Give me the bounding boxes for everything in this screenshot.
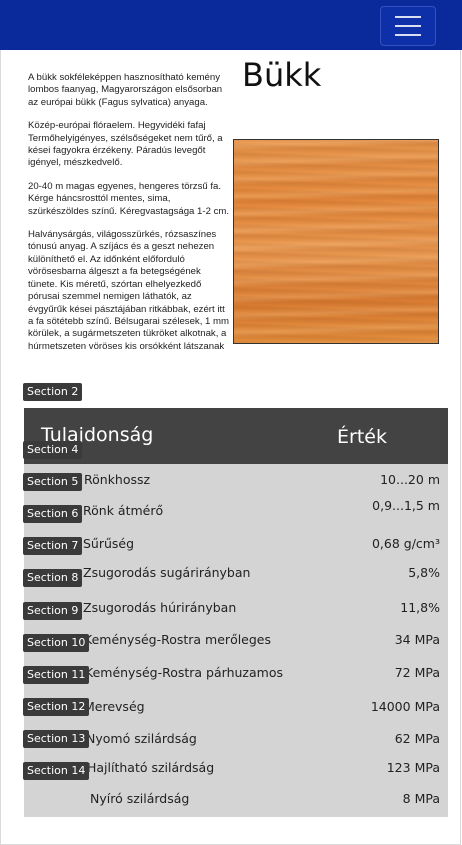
description-paragraph: Közép-európai flóraelem. Hegyvidéki fafa… bbox=[28, 120, 223, 169]
section-label: Section 10 bbox=[23, 634, 90, 652]
property-value: 62 MPa bbox=[394, 731, 440, 746]
property-name: Sűrűség bbox=[83, 536, 135, 551]
property-name: Zsugorodás sugárirányban bbox=[83, 565, 251, 580]
property-name: Merevség bbox=[84, 699, 145, 714]
property-value: 10...20 m bbox=[380, 472, 440, 487]
property-name: Keménység-Rostra merőleges bbox=[84, 632, 272, 647]
hamburger-menu-icon[interactable] bbox=[380, 6, 436, 46]
table-header: Tulajdonság Érték bbox=[24, 408, 448, 464]
property-value: 14000 MPa bbox=[370, 699, 440, 714]
section-label: Section 6 bbox=[23, 505, 83, 523]
table-row: Zsugorodás sugárirányban 5,8% bbox=[24, 565, 448, 597]
property-name: Zsugorodás húrirányban bbox=[83, 600, 237, 615]
property-value: 5,8% bbox=[408, 565, 440, 580]
beech-wood-image bbox=[233, 139, 439, 344]
section-label: Section 8 bbox=[23, 569, 83, 587]
column-header-value: Érték bbox=[337, 426, 387, 448]
section-label: Section 9 bbox=[23, 602, 83, 620]
table-row: Rönk átmérő 0,9...1,5 m bbox=[24, 498, 448, 535]
menu-line bbox=[395, 16, 421, 18]
property-name: Nyíró szilárdság bbox=[90, 791, 190, 806]
property-value: 8 MPa bbox=[402, 791, 440, 806]
property-value: 0,9...1,5 m bbox=[372, 498, 440, 513]
property-value: 11,8% bbox=[400, 600, 440, 615]
property-value: 0,68 g/cm³ bbox=[371, 536, 440, 551]
table-row: Nyíró szilárdság 8 MPa bbox=[24, 791, 448, 823]
section-label: Section 4 bbox=[23, 441, 83, 459]
description: A bükk sokféleképpen hasznosítható kemén… bbox=[28, 72, 231, 386]
table-row: Sűrűség 0,68 g/cm³ bbox=[24, 536, 448, 568]
property-name: Rönkhossz bbox=[84, 472, 151, 487]
description-paragraph: A bükk sokféleképpen hasznosítható kemén… bbox=[28, 72, 223, 108]
property-value: 72 MPa bbox=[394, 665, 440, 680]
property-name: Rönk átmérő bbox=[83, 503, 164, 518]
section-label: Section 14 bbox=[23, 762, 90, 780]
section-label: Section 2 bbox=[23, 383, 83, 401]
section-label: Section 5 bbox=[23, 473, 83, 491]
section-label: Section 7 bbox=[23, 537, 83, 555]
property-name: Nyomó szilárdság bbox=[86, 731, 197, 746]
property-value: 123 MPa bbox=[386, 760, 440, 775]
description-paragraph: 20-40 m magas egyenes, hengeres törzsű f… bbox=[28, 180, 230, 217]
description-paragraph: Halványsárgás, világosszürkés, rózsaszín… bbox=[28, 229, 230, 352]
menu-line bbox=[395, 25, 421, 27]
section-label: Section 12 bbox=[23, 698, 90, 716]
property-name: Keménység-Rostra párhuzamos bbox=[85, 665, 283, 680]
section-label: Section 11 bbox=[23, 666, 90, 684]
page-title: Bükk bbox=[242, 56, 322, 94]
menu-line bbox=[395, 34, 421, 36]
navbar bbox=[0, 0, 462, 50]
section-label: Section 13 bbox=[23, 730, 90, 748]
property-name: Hajlítható szilárdság bbox=[87, 760, 215, 775]
property-value: 34 MPa bbox=[394, 632, 440, 647]
table-row: Zsugorodás húrirányban 11,8% bbox=[24, 600, 448, 632]
